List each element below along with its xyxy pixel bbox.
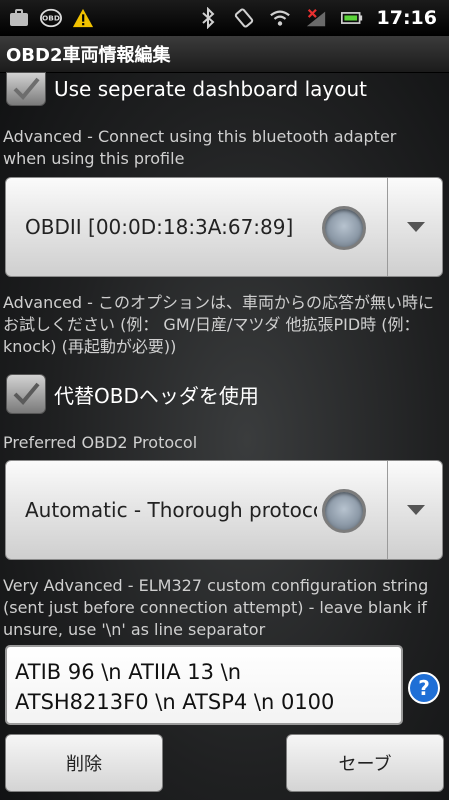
save-button[interactable]: セーブ	[286, 734, 444, 792]
dropdown-arrow-icon[interactable]	[388, 178, 442, 276]
separate-layout-label: Use seperate dashboard layout	[54, 77, 367, 101]
rotate-icon	[233, 7, 255, 29]
radio-button-icon[interactable]	[322, 489, 366, 533]
delete-button[interactable]: 削除	[5, 734, 163, 792]
protocol-spinner[interactable]: Automatic - Thorough protocol	[5, 460, 443, 560]
protocol-description: Preferred OBD2 Protocol	[3, 433, 198, 452]
elm-config-description: Very Advanced - ELM327 custom configurat…	[3, 576, 429, 639]
no-signal-icon	[305, 7, 327, 29]
alt-header-description: Advanced - このオプションは、車両からの応答が無い時にお試しください …	[3, 293, 434, 356]
battery-icon	[340, 7, 363, 29]
bt-adapter-value: OBDII [00:0D:18:3A:67:89]	[25, 215, 294, 239]
checkmark-icon	[13, 77, 40, 100]
warning-icon	[72, 7, 94, 29]
alt-header-row[interactable]: 代替OBDヘッダを使用	[6, 374, 259, 414]
alt-header-checkbox[interactable]	[6, 374, 46, 414]
checkmark-icon	[13, 382, 40, 405]
title-bar: OBD2車両情報編集	[0, 36, 449, 73]
alt-header-label: 代替OBDヘッダを使用	[54, 383, 259, 408]
status-bar: OBD 17:16	[0, 0, 449, 36]
obd-icon: OBD	[40, 7, 62, 29]
separate-layout-checkbox[interactable]	[6, 72, 46, 106]
svg-text:?: ?	[418, 676, 430, 700]
wifi-icon	[269, 7, 291, 29]
elm-config-line2: ATSH8213F0 \n ATSP4 \n 0100	[15, 690, 335, 714]
briefcase-icon	[8, 7, 30, 29]
elm-config-input[interactable]: ATIB 96 \n ATIIA 13 \n ATSH8213F0 \n ATS…	[5, 645, 403, 725]
svg-text:OBD: OBD	[42, 14, 60, 23]
separate-layout-row[interactable]: Use seperate dashboard layout	[6, 72, 367, 106]
radio-button-icon[interactable]	[322, 206, 366, 250]
dropdown-arrow-icon[interactable]	[388, 461, 442, 559]
elm-config-line1: ATIB 96 \n ATIIA 13 \n	[15, 660, 242, 684]
protocol-value: Automatic - Thorough protocol	[25, 498, 317, 522]
page-title: OBD2車両情報編集	[6, 45, 171, 66]
clock: 17:16	[376, 7, 437, 29]
bt-adapter-description: Advanced - Connect using this bluetooth …	[3, 127, 397, 168]
help-icon[interactable]: ?	[408, 672, 440, 704]
bluetooth-icon	[197, 7, 219, 29]
bt-adapter-spinner[interactable]: OBDII [00:0D:18:3A:67:89]	[5, 177, 443, 277]
